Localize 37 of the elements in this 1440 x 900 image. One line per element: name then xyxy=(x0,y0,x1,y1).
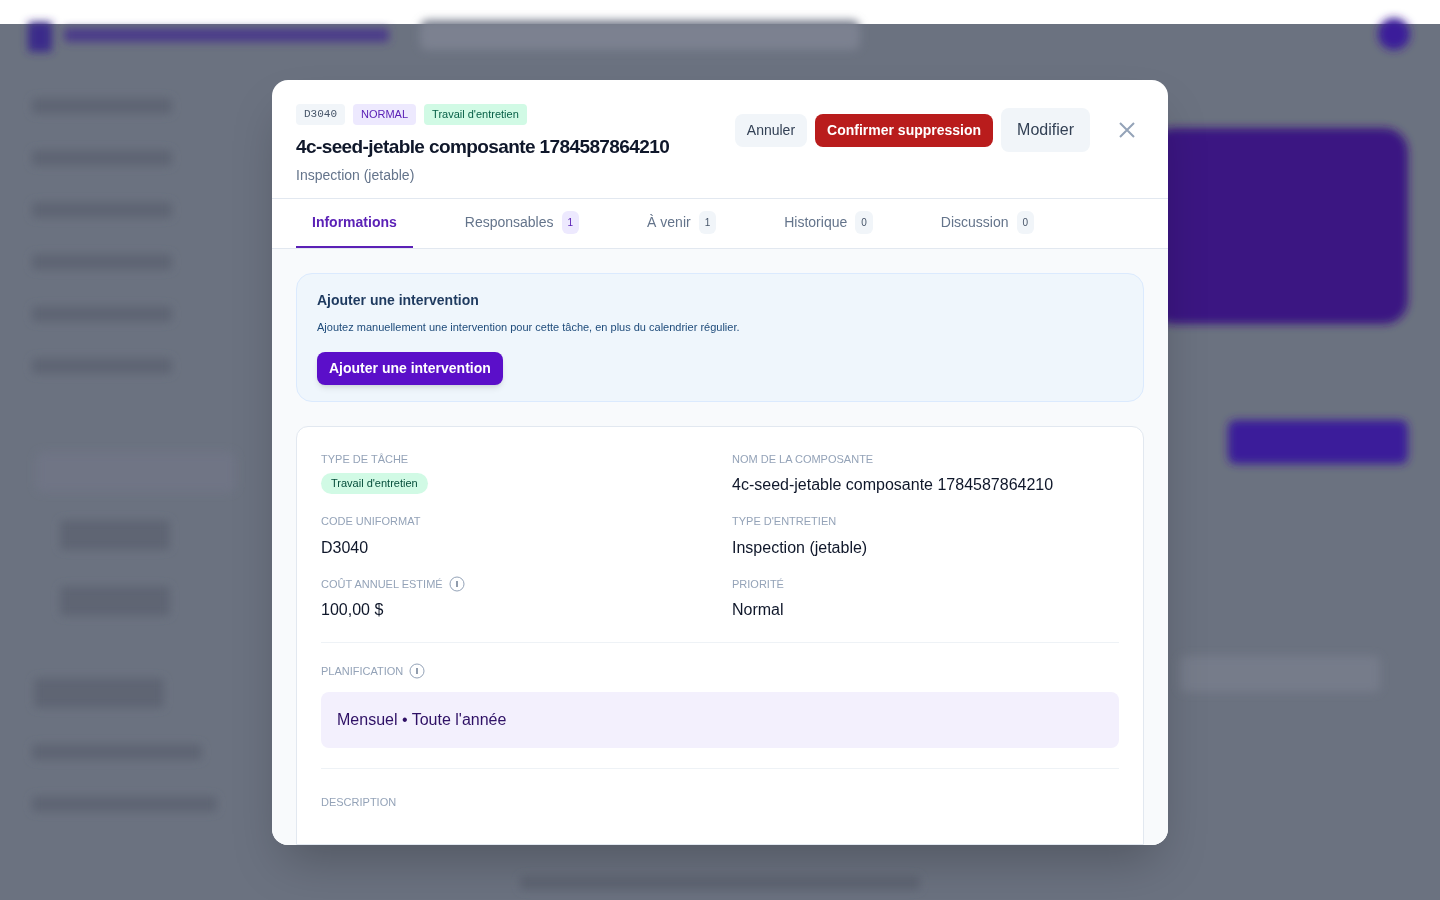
card-title: Ajouter une intervention xyxy=(317,291,479,310)
field-label: DESCRIPTION xyxy=(321,795,397,808)
badge: Travail d'entretien xyxy=(424,104,527,125)
field-value: Inspection (jetable) xyxy=(732,537,869,558)
tab[interactable]: Discussion 0 xyxy=(924,199,1051,248)
dialog-title: 4c-seed-jetable composante 1784587864210 xyxy=(296,134,670,159)
field-label: TYPE DE TÂCHE xyxy=(321,451,409,467)
tab-count: 0 xyxy=(1016,211,1035,234)
tab-count: 1 xyxy=(698,211,717,234)
field-label: PRIORITÉ xyxy=(732,576,784,592)
field-value: 100,00 $ xyxy=(321,600,385,620)
field-label: CODE UNIFORMAT xyxy=(321,514,421,529)
edit-button[interactable]: Modifier xyxy=(1001,108,1090,152)
field-value: Normal xyxy=(732,600,785,620)
cancel-button[interactable]: Annuler xyxy=(734,113,808,147)
close-icon[interactable] xyxy=(1118,121,1136,139)
dialog-subtitle: Inspection (jetable) xyxy=(296,166,416,185)
planning-value: Mensuel • Toute l'année xyxy=(321,691,1119,748)
info-icon[interactable] xyxy=(448,575,465,592)
field-value: D3040 xyxy=(321,537,370,558)
tab[interactable]: Responsables 1 xyxy=(448,199,596,248)
field-value: 4c-seed-jetable composante 1784587864210 xyxy=(732,475,1055,495)
badge: NORMAL xyxy=(353,104,417,125)
tab-count: 0 xyxy=(855,211,873,234)
field-label: NOM DE LA COMPOSANTE xyxy=(732,451,874,467)
tab[interactable]: À venir 1 xyxy=(631,199,733,248)
card-text: Ajoutez manuellement une intervention pour cette tâche, en plus du calendrier régulier. xyxy=(317,320,740,335)
info-icon[interactable] xyxy=(409,663,426,680)
field-label: PLANIFICATION xyxy=(321,664,404,679)
tab[interactable]: Historique 0 xyxy=(768,199,889,248)
confirm-delete-button[interactable]: Confirmer suppression xyxy=(815,113,994,147)
badge: D3040 xyxy=(296,104,345,125)
field-label: COÛT ANNUEL ESTIMÉ xyxy=(321,576,443,592)
task-type-tag: Travail d'entretien xyxy=(321,473,428,494)
tab-count: 1 xyxy=(561,211,580,234)
field-label: TYPE D'ENTRETIEN xyxy=(732,514,837,529)
add-intervention-button[interactable]: Ajouter une intervention xyxy=(317,351,503,385)
